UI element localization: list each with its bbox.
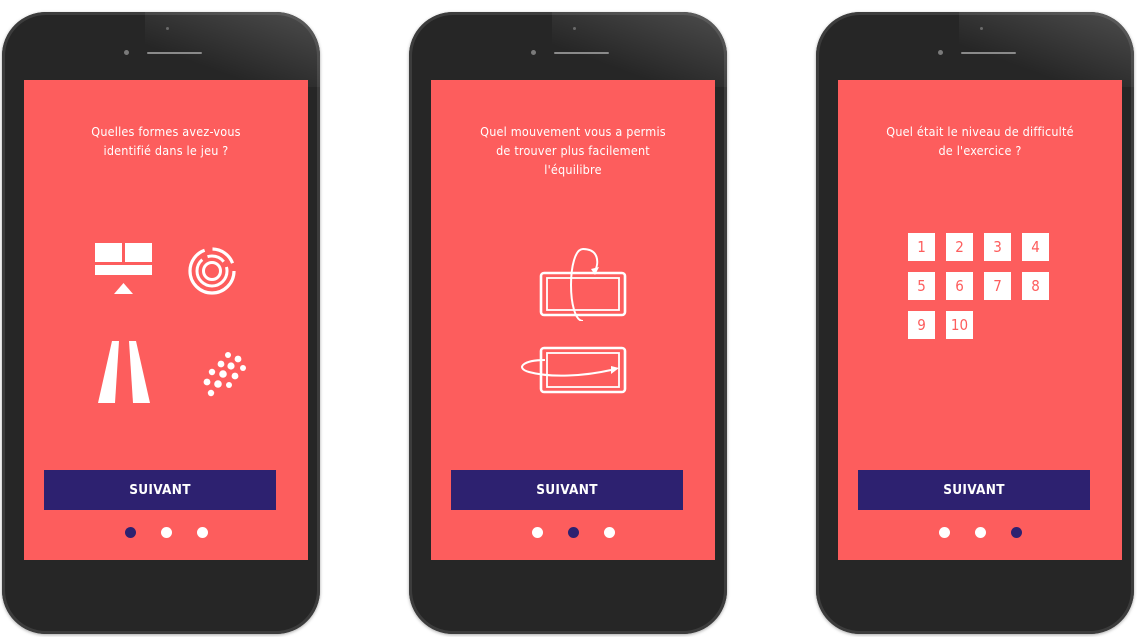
page-dot-1[interactable] xyxy=(124,527,136,538)
screen-difficulty-question: Quel était le niveau de difficulté de l'… xyxy=(838,80,1122,560)
phone-speaker xyxy=(147,52,202,54)
phone-camera xyxy=(531,50,536,55)
level-option-1[interactable]: 1 xyxy=(908,233,935,261)
phone-gloss xyxy=(552,12,727,87)
phone-mic xyxy=(573,27,576,30)
screen-movement-question: Quel mouvement vous a permis de trouver … xyxy=(431,80,715,560)
phone-3: Quel était le niveau de difficulté de l'… xyxy=(816,12,1134,634)
suivant-button[interactable]: SUIVANT xyxy=(44,470,276,510)
level-option-3[interactable]: 3 xyxy=(984,233,1011,261)
screen-shapes-question: Quelles formes avez-vous identifié dans … xyxy=(24,80,308,560)
level-option-7[interactable]: 7 xyxy=(984,272,1011,300)
question-text: Quelles formes avez-vous identifié dans … xyxy=(91,124,241,158)
phone-speaker xyxy=(554,52,609,54)
tablet-rotate-horizontal-icon[interactable] xyxy=(515,340,631,400)
level-option-8[interactable]: 8 xyxy=(1022,272,1049,300)
suivant-button[interactable]: SUIVANT xyxy=(451,470,683,510)
page-indicator xyxy=(24,527,308,538)
phone-camera xyxy=(124,50,129,55)
page-indicator xyxy=(431,527,715,538)
road-icon[interactable] xyxy=(98,341,150,403)
question-text: Quel mouvement vous a permis de trouver … xyxy=(480,124,666,177)
grid-pedestal-icon[interactable] xyxy=(95,243,155,303)
phone-mic xyxy=(980,27,983,30)
page-dot-3[interactable] xyxy=(1010,527,1022,538)
tablet-rotate-vertical-icon[interactable] xyxy=(533,245,629,321)
phone-camera xyxy=(938,50,943,55)
page-dot-2[interactable] xyxy=(160,527,172,538)
phone-mic xyxy=(166,27,169,30)
scattered-dots-icon[interactable] xyxy=(198,352,250,398)
page-dot-1[interactable] xyxy=(938,527,950,538)
phone-gloss xyxy=(959,12,1134,87)
suivant-button[interactable]: SUIVANT xyxy=(858,470,1090,510)
page-dot-3[interactable] xyxy=(603,527,615,538)
page-dot-2[interactable] xyxy=(567,527,579,538)
concentric-circles-icon[interactable] xyxy=(186,245,238,297)
level-option-2[interactable]: 2 xyxy=(946,233,973,261)
difficulty-level-grid: 1 2 3 4 5 6 7 8 9 10 xyxy=(908,233,1058,339)
question-text: Quel était le niveau de difficulté de l'… xyxy=(886,124,1074,158)
page-dot-1[interactable] xyxy=(531,527,543,538)
level-option-9[interactable]: 9 xyxy=(908,311,935,339)
page-dot-2[interactable] xyxy=(974,527,986,538)
page-dot-3[interactable] xyxy=(196,527,208,538)
phone-2: Quel mouvement vous a permis de trouver … xyxy=(409,12,727,634)
level-option-4[interactable]: 4 xyxy=(1022,233,1049,261)
level-option-6[interactable]: 6 xyxy=(946,272,973,300)
phone-speaker xyxy=(961,52,1016,54)
phone-gloss xyxy=(145,12,320,87)
level-option-5[interactable]: 5 xyxy=(908,272,935,300)
phone-1: Quelles formes avez-vous identifié dans … xyxy=(2,12,320,634)
page-indicator xyxy=(838,527,1122,538)
level-option-10[interactable]: 10 xyxy=(946,311,973,339)
